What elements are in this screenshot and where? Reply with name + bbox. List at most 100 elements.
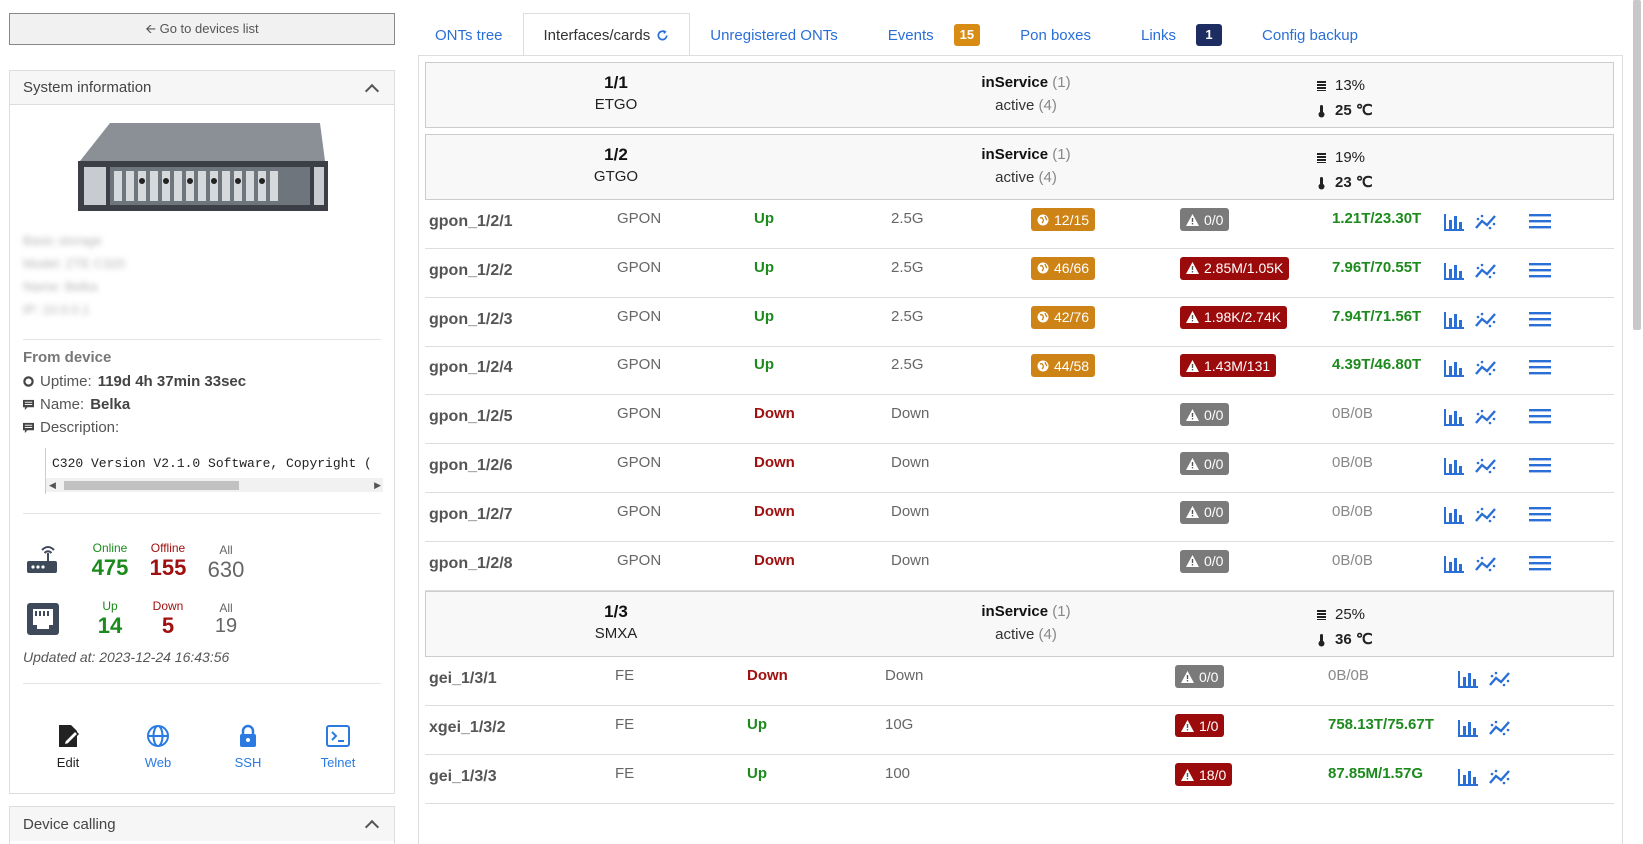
menu-button[interactable] — [1529, 261, 1551, 283]
interface-row[interactable]: gei_1/3/3 FE Up 100 18/0 87.85M/1.57G — [425, 755, 1614, 804]
card-header[interactable]: 1/1 ETGO inService (1) active (4) 13% 25 ℃ — [425, 62, 1614, 128]
interface-name[interactable]: gei_1/3/3 — [429, 768, 497, 786]
errors-badge[interactable]: 0/0 — [1180, 549, 1230, 573]
menu-button[interactable] — [1529, 407, 1551, 429]
line-chart-button[interactable] — [1474, 212, 1498, 236]
interface-row[interactable]: gpon_1/2/5 GPON Down Down 0/0 0B/0B — [425, 395, 1614, 445]
interface-row[interactable]: gpon_1/2/6 GPON Down Down 0/0 0B/0B — [425, 444, 1614, 493]
go-to-devices-button[interactable]: 🡨 Go to devices list — [9, 13, 395, 45]
scroll-thumb[interactable] — [64, 481, 239, 490]
interface-row[interactable]: gpon_1/2/7 GPON Down Down 0/0 0B/0B — [425, 493, 1614, 542]
interface-name[interactable]: gei_1/3/1 — [429, 670, 497, 688]
interface-name[interactable]: gpon_1/2/6 — [429, 457, 513, 475]
interface-row[interactable]: gei_1/3/1 FE Down Down 0/0 0B/0B — [425, 657, 1614, 706]
errors-badge[interactable]: 2.85M/1.05K — [1180, 256, 1290, 280]
ports-down[interactable]: Down 5 — [139, 599, 197, 639]
menu-button[interactable] — [1529, 456, 1551, 478]
device-calling-header[interactable]: Device calling — [10, 807, 394, 841]
line-chart-button[interactable] — [1488, 718, 1512, 742]
tab-config-backup[interactable]: Config backup — [1242, 14, 1378, 56]
line-chart-button[interactable] — [1474, 358, 1498, 382]
ssh-button[interactable]: SSH — [203, 723, 293, 770]
interface-name[interactable]: gpon_1/2/1 — [429, 213, 513, 231]
bar-chart-button[interactable] — [1443, 554, 1465, 578]
telnet-button[interactable]: Telnet — [293, 723, 383, 770]
ports-up[interactable]: Up 14 — [81, 599, 139, 639]
errors-badge[interactable]: 1.43M/131 — [1180, 354, 1277, 378]
page-scroll-thumb[interactable] — [1633, 0, 1641, 330]
onts-badge[interactable]: 42/76 — [1031, 305, 1096, 329]
bar-chart-button[interactable] — [1443, 212, 1465, 236]
interface-row[interactable]: gpon_1/2/3 GPON Up 2.5G 42/76 1.98K/2.74K 7.94… — [425, 298, 1614, 347]
onts-badge[interactable]: 44/58 — [1031, 354, 1096, 378]
line-chart-button[interactable] — [1488, 767, 1512, 791]
line-chart-button[interactable] — [1474, 554, 1498, 578]
bar-chart-button[interactable] — [1457, 669, 1479, 693]
interface-name[interactable]: gpon_1/2/4 — [429, 359, 513, 377]
tab-links[interactable]: Links 1 — [1111, 14, 1242, 56]
page-scrollbar[interactable] — [1631, 0, 1643, 844]
line-chart-button[interactable] — [1474, 310, 1498, 334]
horizontal-scrollbar[interactable]: ◀ ▶ — [46, 478, 383, 492]
onts-badge[interactable]: 46/66 — [1031, 256, 1096, 280]
line-chart-button[interactable] — [1474, 456, 1498, 480]
card-header[interactable]: 1/2 GTGO inService (1) active (4) 19% 23 ℃ — [425, 134, 1614, 200]
errors-badge[interactable]: 0/0 — [1180, 208, 1230, 231]
tab-events[interactable]: Events 15 — [858, 14, 1000, 56]
card-header[interactable]: 1/3 SMXA inService (1) active (4) 25% 36 ℃ — [425, 591, 1614, 657]
edit-button[interactable]: Edit — [23, 723, 113, 770]
tab-onts-tree[interactable]: ONTs tree — [415, 14, 523, 56]
errors-badge[interactable]: 0/0 — [1180, 500, 1230, 524]
tab-pon-boxes[interactable]: Pon boxes — [1000, 14, 1111, 56]
onts-badge[interactable]: 12/15 — [1031, 208, 1096, 231]
line-chart-button[interactable] — [1474, 261, 1498, 285]
bar-chart-button[interactable] — [1443, 358, 1465, 382]
bar-chart-button[interactable] — [1457, 767, 1479, 791]
bar-chart-button[interactable] — [1443, 407, 1465, 431]
chevron-up-icon[interactable] — [364, 83, 380, 98]
onts-online[interactable]: Online 475 — [81, 541, 139, 581]
interface-row[interactable]: xgei_1/3/2 FE Up 10G 1/0 758.13T/75.67T — [425, 706, 1614, 755]
interface-name[interactable]: gpon_1/2/3 — [429, 311, 513, 329]
scroll-left-icon[interactable]: ◀ — [49, 480, 56, 491]
interface-row[interactable]: gpon_1/2/8 GPON Down Down 0/0 0B/0B — [425, 542, 1614, 591]
interface-name[interactable]: gpon_1/2/7 — [429, 506, 513, 524]
interface-name[interactable]: gpon_1/2/2 — [429, 262, 513, 280]
refresh-icon[interactable] — [656, 29, 669, 42]
errors-badge[interactable]: 0/0 — [1175, 665, 1225, 688]
bar-chart-button[interactable] — [1443, 456, 1465, 480]
menu-button[interactable] — [1529, 212, 1551, 234]
errors-badge[interactable]: 0/0 — [1180, 452, 1230, 475]
menu-button[interactable] — [1529, 554, 1551, 576]
errors-badge[interactable]: 0/0 — [1180, 403, 1230, 427]
tab-unregistered-onts[interactable]: Unregistered ONTs — [690, 14, 858, 56]
menu-button[interactable] — [1529, 358, 1551, 380]
chevron-up-icon[interactable] — [364, 819, 380, 835]
bar-chart-button[interactable] — [1457, 718, 1479, 742]
errors-badge[interactable]: 18/0 — [1175, 763, 1233, 786]
onts-all[interactable]: All 630 — [197, 541, 255, 583]
interface-row[interactable]: gpon_1/2/4 GPON Up 2.5G 44/58 1.43M/131 4.39T/… — [425, 346, 1614, 396]
line-chart-button[interactable] — [1474, 505, 1498, 529]
bar-chart-button[interactable] — [1443, 310, 1465, 334]
scroll-right-icon[interactable]: ▶ — [374, 480, 381, 491]
menu-button[interactable] — [1529, 505, 1551, 527]
errors-badge[interactable]: 1/0 — [1175, 714, 1225, 737]
interface-name[interactable]: gpon_1/2/8 — [429, 555, 513, 573]
interface-row[interactable]: gpon_1/2/1 GPON Up 2.5G 12/15 0/0 1.21T/23.30T — [425, 200, 1614, 249]
bar-chart-button[interactable] — [1443, 261, 1465, 285]
line-chart-button[interactable] — [1474, 407, 1498, 431]
system-information-header[interactable]: System information — [10, 71, 394, 105]
interface-row[interactable]: gpon_1/2/2 GPON Up 2.5G 46/66 2.85M/1.05K 7.96… — [425, 249, 1614, 298]
onts-offline[interactable]: Offline 155 — [139, 541, 197, 581]
interface-name[interactable]: gpon_1/2/5 — [429, 408, 513, 426]
web-button[interactable]: Web — [113, 723, 203, 770]
description-box[interactable]: C320 Version V2.1.0 Software, Copyright … — [45, 448, 383, 494]
tab-interfaces-cards[interactable]: Interfaces/cards — [522, 13, 691, 56]
bar-chart-button[interactable] — [1443, 505, 1465, 529]
ports-all[interactable]: All 19 — [197, 599, 255, 638]
menu-button[interactable] — [1529, 310, 1551, 332]
interface-name[interactable]: xgei_1/3/2 — [429, 719, 506, 737]
errors-badge[interactable]: 1.98K/2.74K — [1180, 305, 1288, 329]
line-chart-button[interactable] — [1488, 669, 1512, 693]
